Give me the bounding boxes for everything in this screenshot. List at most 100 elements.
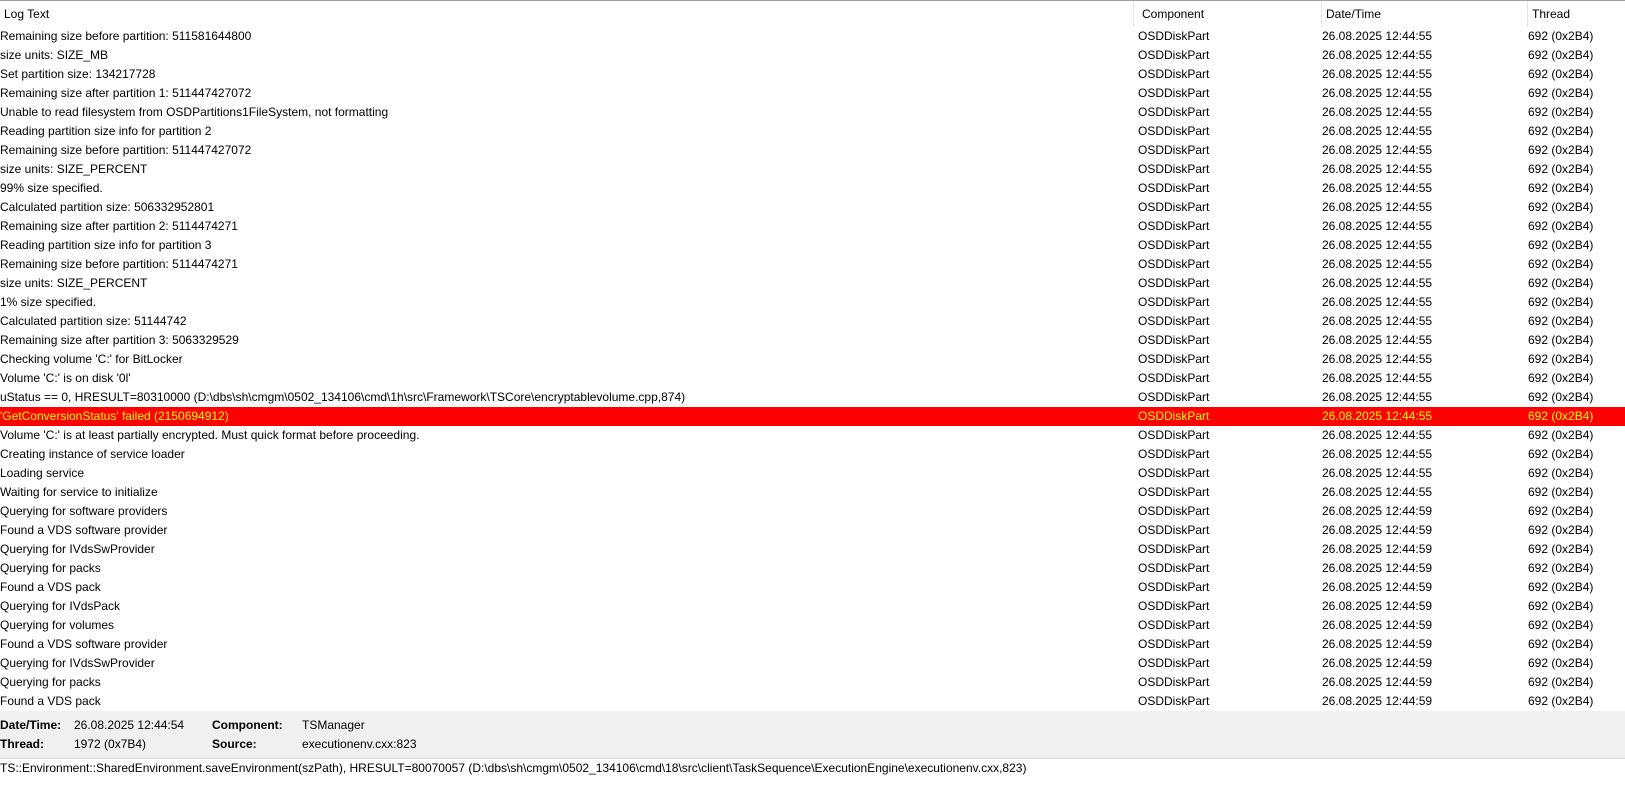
detail-source-value: executionenv.cxx:823 [302, 737, 417, 751]
log-row[interactable]: Volume 'C:' is on disk '0l' OSDDiskPart 26… [0, 369, 1625, 388]
datetime-cell: 26.08.2025 12:44:59 [1322, 675, 1433, 689]
log-row[interactable]: Querying for IVdsSwProvider OSDDiskPart 26… [0, 654, 1625, 673]
log-text-cell: Calculated partition size: 51144742 [0, 314, 187, 328]
component-cell: OSDDiskPart [1138, 200, 1210, 214]
log-text-cell: Volume 'C:' is at least partially encryp… [0, 428, 420, 442]
thread-cell: 692 (0x2B4) [1528, 561, 1594, 575]
log-text-cell: Creating instance of service loader [0, 447, 185, 461]
component-cell: OSDDiskPart [1138, 48, 1210, 62]
log-row[interactable]: Remaining size after partition 1: 511447… [0, 84, 1625, 103]
log-row[interactable]: size units: SIZE_PERCENT OSDDiskPart 26.08… [0, 160, 1625, 179]
log-row[interactable]: Found a VDS pack OSDDiskPart 26.08.2025 12… [0, 578, 1625, 597]
log-row[interactable]: Calculated partition size: 51144742 OSDDi… [0, 312, 1625, 331]
log-row[interactable]: Found a VDS software provider OSDDiskPart… [0, 635, 1625, 654]
detail-component-label: Component: [212, 718, 283, 732]
log-row[interactable]: Reading partition size info for partitio… [0, 122, 1625, 141]
log-row[interactable]: Reading partition size info for partitio… [0, 236, 1625, 255]
log-row[interactable]: 99% size specified. OSDDiskPart 26.08.2025… [0, 179, 1625, 198]
thread-cell: 692 (0x2B4) [1528, 143, 1594, 157]
log-row[interactable]: Remaining size before partition: 5114474… [0, 255, 1625, 274]
detail-thread-value: 1972 (0x7B4) [74, 737, 147, 751]
thread-cell: 692 (0x2B4) [1528, 523, 1594, 537]
log-row[interactable]: 1% size specified. OSDDiskPart 26.08.2025 … [0, 293, 1625, 312]
log-text-cell: size units: SIZE_PERCENT [0, 162, 148, 176]
log-row[interactable]: Checking volume 'C:' for BitLocker OSDDis… [0, 350, 1625, 369]
log-row[interactable]: Unable to read filesystem from OSDPartit… [0, 103, 1625, 122]
thread-cell: 692 (0x2B4) [1528, 675, 1594, 689]
thread-cell: 692 (0x2B4) [1528, 200, 1594, 214]
detail-datetime-label: Date/Time: [0, 718, 62, 732]
datetime-cell: 26.08.2025 12:44:59 [1322, 637, 1433, 651]
log-row[interactable]: Querying for software providers OSDDiskPa… [0, 502, 1625, 521]
log-row[interactable]: Remaining size before partition: 5115816… [0, 27, 1625, 46]
thread-cell: 692 (0x2B4) [1528, 542, 1594, 556]
log-row[interactable]: Set partition size: 134217728 OSDDiskPart… [0, 65, 1625, 84]
log-row[interactable]: Loading service OSDDiskPart 26.08.2025 12:… [0, 464, 1625, 483]
datetime-cell: 26.08.2025 12:44:55 [1322, 105, 1433, 119]
detail-component-value: TSManager [302, 718, 365, 732]
log-row[interactable]: Found a VDS software provider OSDDiskPart… [0, 521, 1625, 540]
datetime-cell: 26.08.2025 12:44:59 [1322, 504, 1433, 518]
thread-cell: 692 (0x2B4) [1528, 67, 1594, 81]
component-cell: OSDDiskPart [1138, 428, 1210, 442]
component-cell: OSDDiskPart [1138, 523, 1210, 537]
detail-source-label: Source: [212, 737, 257, 751]
log-row[interactable]: size units: SIZE_MB OSDDiskPart 26.08.2025… [0, 46, 1625, 65]
component-cell: OSDDiskPart [1138, 181, 1210, 195]
log-row[interactable]: Creating instance of service loader OSDDi… [0, 445, 1625, 464]
component-cell: OSDDiskPart [1138, 67, 1210, 81]
log-row[interactable]: Querying for IVdsPack OSDDiskPart 26.08.20… [0, 597, 1625, 616]
log-row[interactable]: Remaining size after partition 3: 506332… [0, 331, 1625, 350]
datetime-cell: 26.08.2025 12:44:55 [1322, 409, 1433, 423]
log-text-cell: Found a VDS pack [0, 580, 101, 594]
thread-cell: 692 (0x2B4) [1528, 124, 1594, 138]
component-cell: OSDDiskPart [1138, 694, 1210, 708]
log-text-cell: Found a VDS pack [0, 694, 101, 708]
log-text-cell: Querying for IVdsPack [0, 599, 121, 613]
log-text-cell: 1% size specified. [0, 295, 97, 309]
column-header-log-text[interactable]: Log Text [0, 1, 1134, 27]
thread-cell: 692 (0x2B4) [1528, 295, 1594, 309]
log-viewer-window: Log Text Component Date/Time Thread Rema… [0, 0, 1625, 794]
datetime-cell: 26.08.2025 12:44:55 [1322, 314, 1433, 328]
log-grid[interactable]: Log Text Component Date/Time Thread Rema… [0, 0, 1625, 711]
log-text-cell: Found a VDS software provider [0, 523, 168, 537]
datetime-cell: 26.08.2025 12:44:59 [1322, 656, 1433, 670]
log-row[interactable]: Querying for IVdsSwProvider OSDDiskPart 26… [0, 540, 1625, 559]
message-pane[interactable]: TS::Environment::SharedEnvironment.saveE… [0, 758, 1625, 794]
log-row[interactable]: size units: SIZE_PERCENT OSDDiskPart 26.08… [0, 274, 1625, 293]
log-row-error[interactable]: 'GetConversionStatus' failed (2150694912… [0, 407, 1625, 426]
component-cell: OSDDiskPart [1138, 580, 1210, 594]
component-cell: OSDDiskPart [1138, 447, 1210, 461]
log-row[interactable]: Remaining size before partition: 5114474… [0, 141, 1625, 160]
datetime-cell: 26.08.2025 12:44:59 [1322, 694, 1433, 708]
datetime-cell: 26.08.2025 12:44:55 [1322, 143, 1433, 157]
column-header-thread[interactable]: Thread [1528, 1, 1625, 27]
log-row[interactable]: Found a VDS pack OSDDiskPart 26.08.2025 12… [0, 692, 1625, 711]
datetime-cell: 26.08.2025 12:44:59 [1322, 542, 1433, 556]
component-cell: OSDDiskPart [1138, 333, 1210, 347]
column-header-component[interactable]: Component [1138, 1, 1322, 27]
log-row[interactable]: Waiting for service to initialize OSDDisk… [0, 483, 1625, 502]
component-cell: OSDDiskPart [1138, 675, 1210, 689]
log-row[interactable]: Querying for packs OSDDiskPart 26.08.2025 … [0, 673, 1625, 692]
component-cell: OSDDiskPart [1138, 371, 1210, 385]
datetime-cell: 26.08.2025 12:44:55 [1322, 181, 1433, 195]
thread-cell: 692 (0x2B4) [1528, 409, 1594, 423]
log-row[interactable]: Remaining size after partition 2: 511447… [0, 217, 1625, 236]
thread-cell: 692 (0x2B4) [1528, 257, 1594, 271]
column-header-date-time[interactable]: Date/Time [1322, 1, 1528, 27]
component-cell: OSDDiskPart [1138, 618, 1210, 632]
component-cell: OSDDiskPart [1138, 542, 1210, 556]
thread-cell: 692 (0x2B4) [1528, 219, 1594, 233]
log-row[interactable]: Querying for packs OSDDiskPart 26.08.2025 … [0, 559, 1625, 578]
component-cell: OSDDiskPart [1138, 276, 1210, 290]
log-row[interactable]: Calculated partition size: 506332952801 O… [0, 198, 1625, 217]
log-text-cell: Querying for packs [0, 561, 101, 575]
log-text-cell: Querying for volumes [0, 618, 115, 632]
log-row[interactable]: Volume 'C:' is at least partially encryp… [0, 426, 1625, 445]
log-row[interactable]: Querying for volumes OSDDiskPart 26.08.202… [0, 616, 1625, 635]
component-cell: OSDDiskPart [1138, 390, 1210, 404]
log-row[interactable]: uStatus == 0, HRESULT=80310000 (D:\dbs\s… [0, 388, 1625, 407]
thread-cell: 692 (0x2B4) [1528, 618, 1594, 632]
